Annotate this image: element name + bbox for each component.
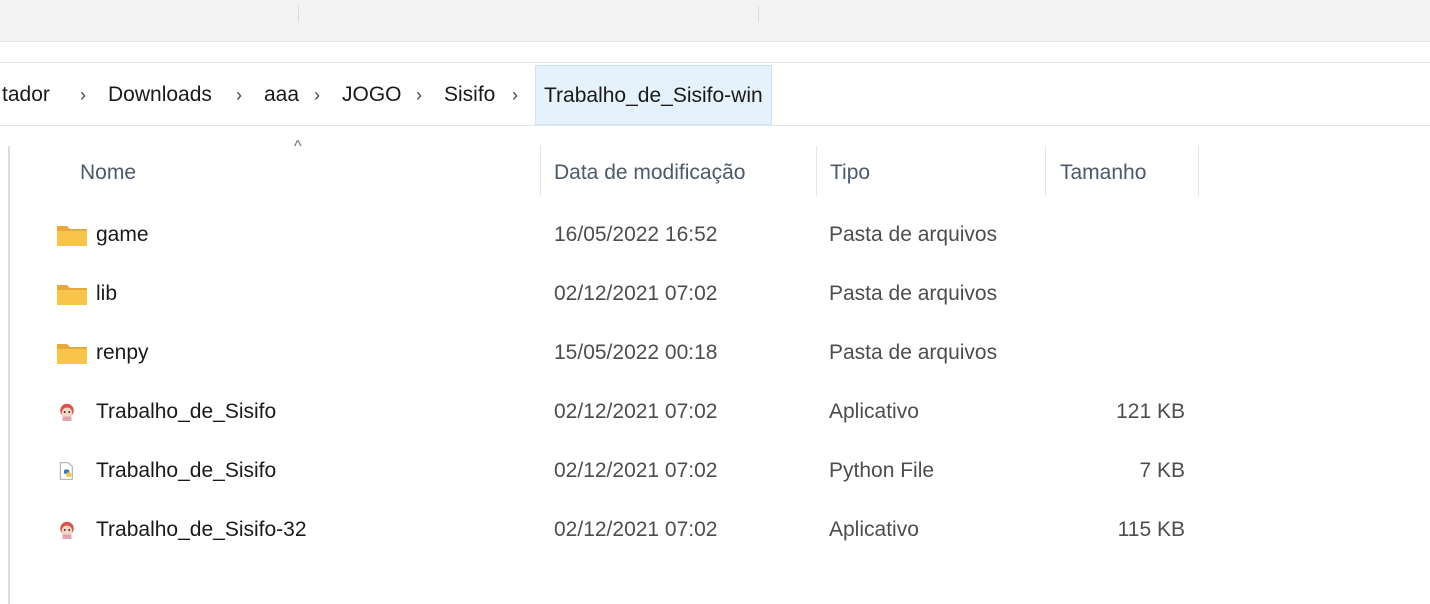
toolbar-divider: [758, 6, 759, 22]
column-header-size[interactable]: Tamanho: [1060, 144, 1146, 202]
folder-icon: [57, 344, 87, 364]
column-header-row: ^ Nome Data de modificação Tipo Tamanho: [0, 138, 1430, 202]
folder-icon: [57, 226, 87, 246]
file-name: game: [96, 223, 149, 246]
file-name: Trabalho_de_Sisifo: [96, 400, 277, 423]
column-divider[interactable]: [540, 146, 541, 196]
column-header-name[interactable]: Nome: [80, 144, 136, 202]
breadcrumb-item-current[interactable]: Trabalho_de_Sisifo-win: [535, 65, 772, 125]
file-name: Trabalho_de_Sisifo: [96, 459, 277, 482]
breadcrumb-item[interactable]: aaa: [264, 65, 299, 125]
toolbar-strip: [0, 0, 1430, 42]
file-date: 16/05/2022 16:52: [554, 223, 718, 246]
file-row[interactable]: Trabalho_de_Sisifo 02/12/2021 07:02 Apli…: [0, 383, 1430, 441]
python-file-icon: [59, 462, 73, 480]
file-list: ^ Nome Data de modificação Tipo Tamanho …: [0, 126, 1430, 604]
file-type: Pasta de arquivos: [829, 223, 998, 246]
file-name: lib: [96, 282, 118, 305]
file-row[interactable]: game 16/05/2022 16:52 Pasta de arquivos: [0, 206, 1430, 264]
file-name: renpy: [96, 341, 149, 364]
column-header-type[interactable]: Tipo: [830, 144, 870, 202]
toolbar-divider: [298, 6, 299, 22]
column-divider[interactable]: [816, 146, 817, 196]
file-type: Pasta de arquivos: [829, 282, 998, 305]
file-size: [1060, 324, 1185, 382]
breadcrumb-item[interactable]: JOGO: [342, 65, 402, 125]
address-bar[interactable]: tador › Downloads › aaa › JOGO › Sisifo …: [0, 62, 1430, 126]
chevron-right-icon[interactable]: ›: [236, 65, 242, 125]
chevron-right-icon[interactable]: ›: [314, 65, 320, 125]
breadcrumb-item[interactable]: Downloads: [108, 65, 212, 125]
column-divider[interactable]: [1045, 146, 1046, 196]
folder-icon: [57, 285, 87, 305]
file-date: 15/05/2022 00:18: [554, 341, 718, 364]
file-size: 121 KB: [1116, 400, 1185, 423]
file-size: [1060, 265, 1185, 323]
column-header-date[interactable]: Data de modificação: [554, 144, 745, 202]
sort-ascending-icon: ^: [294, 138, 302, 155]
file-date: 02/12/2021 07:02: [554, 400, 718, 423]
chevron-right-icon[interactable]: ›: [416, 65, 422, 125]
app-icon: [60, 521, 74, 539]
app-icon: [60, 403, 74, 421]
file-date: 02/12/2021 07:02: [554, 518, 718, 541]
file-size: [1060, 206, 1185, 264]
file-row[interactable]: Trabalho_de_Sisifo-32 02/12/2021 07:02 A…: [0, 501, 1430, 559]
chevron-right-icon[interactable]: ›: [512, 65, 518, 125]
file-size: 115 KB: [1117, 518, 1185, 541]
file-type: Aplicativo: [829, 518, 919, 541]
chevron-right-icon[interactable]: ›: [80, 65, 86, 125]
file-date: 02/12/2021 07:02: [554, 282, 718, 305]
file-type: Python File: [829, 459, 935, 482]
file-type: Pasta de arquivos: [829, 341, 998, 364]
file-size: 7 KB: [1139, 459, 1185, 482]
file-date: 02/12/2021 07:02: [554, 459, 718, 482]
file-row[interactable]: renpy 15/05/2022 00:18 Pasta de arquivos: [0, 324, 1430, 382]
file-name: Trabalho_de_Sisifo-32: [96, 518, 307, 541]
column-divider[interactable]: [1198, 146, 1199, 196]
breadcrumb-item[interactable]: tador: [2, 65, 50, 125]
file-type: Aplicativo: [829, 400, 919, 423]
file-row[interactable]: lib 02/12/2021 07:02 Pasta de arquivos: [0, 265, 1430, 323]
file-row[interactable]: Trabalho_de_Sisifo 02/12/2021 07:02 Pyth…: [0, 442, 1430, 500]
breadcrumb-item[interactable]: Sisifo: [444, 65, 495, 125]
